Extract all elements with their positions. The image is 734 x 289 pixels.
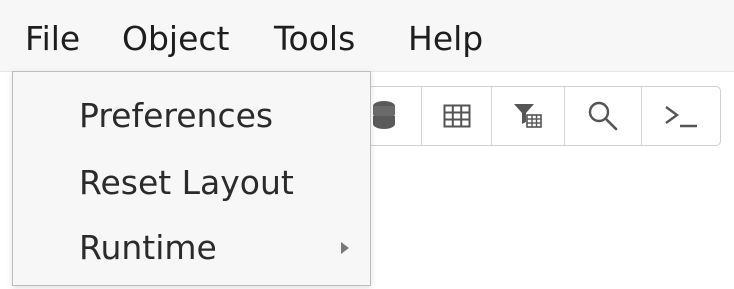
menu-tools[interactable]: Tools (274, 17, 355, 61)
menu-item-preferences[interactable]: Preferences (13, 86, 370, 146)
file-menu-dropdown: Preferences Reset Layout Runtime (12, 71, 371, 286)
database-icon (372, 101, 395, 129)
menu-item-reset-layout[interactable]: Reset Layout (13, 153, 370, 213)
menu-item-label: Preferences (79, 96, 274, 135)
terminal-icon (665, 106, 697, 128)
filter-table-icon (514, 104, 542, 128)
search-icon (588, 101, 618, 131)
menu-item-label: Runtime (79, 228, 217, 267)
filter-table-button[interactable] (491, 87, 564, 145)
table-grid-icon (443, 104, 470, 128)
submenu-arrow-icon (341, 242, 349, 254)
table-button[interactable] (421, 87, 491, 145)
search-button[interactable] (564, 87, 641, 145)
menu-item-label: Reset Layout (79, 163, 294, 202)
toolbar (345, 86, 721, 146)
menu-item-runtime[interactable]: Runtime (13, 218, 370, 278)
menu-help[interactable]: Help (408, 17, 483, 61)
menu-object[interactable]: Object (122, 17, 229, 61)
terminal-button[interactable] (641, 87, 720, 145)
menubar: File Object Tools Help (0, 0, 734, 72)
menu-file[interactable]: File (25, 17, 80, 61)
